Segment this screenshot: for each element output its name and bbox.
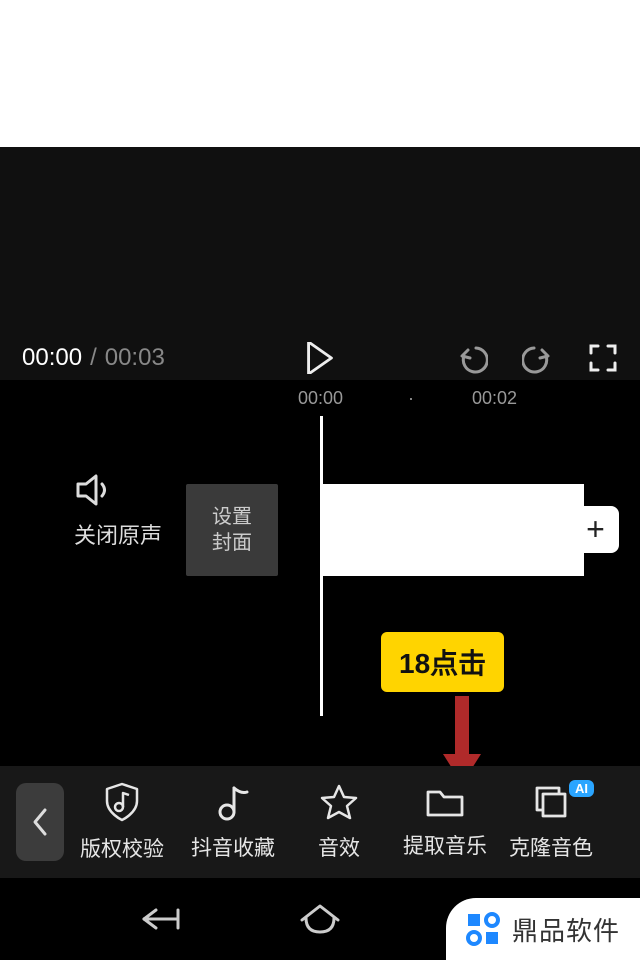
timeline-ruler[interactable]: 00:00 · 00:02 bbox=[0, 380, 640, 416]
watermark-text: 鼎品软件 bbox=[512, 911, 620, 948]
tool-label: 音效 bbox=[318, 832, 360, 862]
tool-label: 抖音收藏 bbox=[191, 832, 275, 862]
instruction-callout: 18点击 bbox=[381, 632, 504, 692]
undo-button[interactable] bbox=[456, 342, 488, 374]
current-time: 00:00 bbox=[22, 344, 82, 372]
video-preview[interactable] bbox=[0, 147, 640, 335]
total-time: 00:03 bbox=[105, 344, 165, 372]
video-clip[interactable] bbox=[322, 484, 584, 576]
ruler-tick-0: 00:00 bbox=[298, 388, 343, 409]
speaker-icon bbox=[74, 472, 162, 508]
bottom-toolbar: 版权校验 抖音收藏 音效 提取音乐 bbox=[0, 766, 640, 878]
time-separator: / bbox=[90, 344, 97, 372]
add-clip-button[interactable]: + bbox=[572, 506, 619, 553]
douyin-note-icon bbox=[215, 782, 251, 822]
tool-label: 提取音乐 bbox=[403, 830, 487, 860]
nav-back-button[interactable] bbox=[130, 902, 186, 936]
toolbar-back-button[interactable] bbox=[16, 783, 64, 861]
tool-extract-music[interactable]: 提取音乐 bbox=[392, 784, 498, 860]
redo-button[interactable] bbox=[522, 342, 554, 374]
nav-home-button[interactable] bbox=[296, 900, 344, 938]
ruler-dot: · bbox=[408, 388, 414, 409]
tool-label: 版权校验 bbox=[80, 833, 164, 863]
cover-label: 设置 封面 bbox=[212, 504, 252, 556]
watermark-badge: 鼎品软件 bbox=[446, 898, 640, 960]
ai-badge: AI bbox=[569, 780, 594, 797]
system-nav-bar: 鼎品软件 bbox=[0, 878, 640, 960]
tool-sound-effects[interactable]: 音效 bbox=[286, 782, 392, 862]
blank-top bbox=[0, 0, 640, 147]
tool-copyright-check[interactable]: 版权校验 bbox=[64, 781, 180, 863]
mute-original-sound[interactable]: 关闭原声 bbox=[74, 472, 162, 550]
playhead[interactable] bbox=[320, 416, 323, 716]
shield-music-icon bbox=[102, 781, 142, 823]
fullscreen-button[interactable] bbox=[588, 343, 618, 373]
play-button[interactable] bbox=[306, 342, 334, 374]
star-icon bbox=[319, 782, 359, 822]
set-cover-button[interactable]: 设置 封面 bbox=[186, 484, 278, 576]
folder-icon bbox=[424, 784, 466, 820]
mute-label: 关闭原声 bbox=[74, 518, 162, 550]
tool-clone-voice[interactable]: AI 克隆音色 bbox=[498, 782, 604, 862]
ruler-tick-2: 00:02 bbox=[472, 388, 517, 409]
plus-icon: + bbox=[586, 511, 605, 548]
tool-label: 克隆音色 bbox=[509, 832, 593, 862]
tool-douyin-favorites[interactable]: 抖音收藏 bbox=[180, 782, 286, 862]
timeline-tracks[interactable]: 关闭原声 设置 封面 + 18点击 bbox=[0, 416, 640, 766]
clone-icon bbox=[531, 782, 571, 822]
player-controls: 00:00 / 00:03 bbox=[0, 335, 640, 380]
watermark-logo-icon bbox=[464, 910, 502, 948]
